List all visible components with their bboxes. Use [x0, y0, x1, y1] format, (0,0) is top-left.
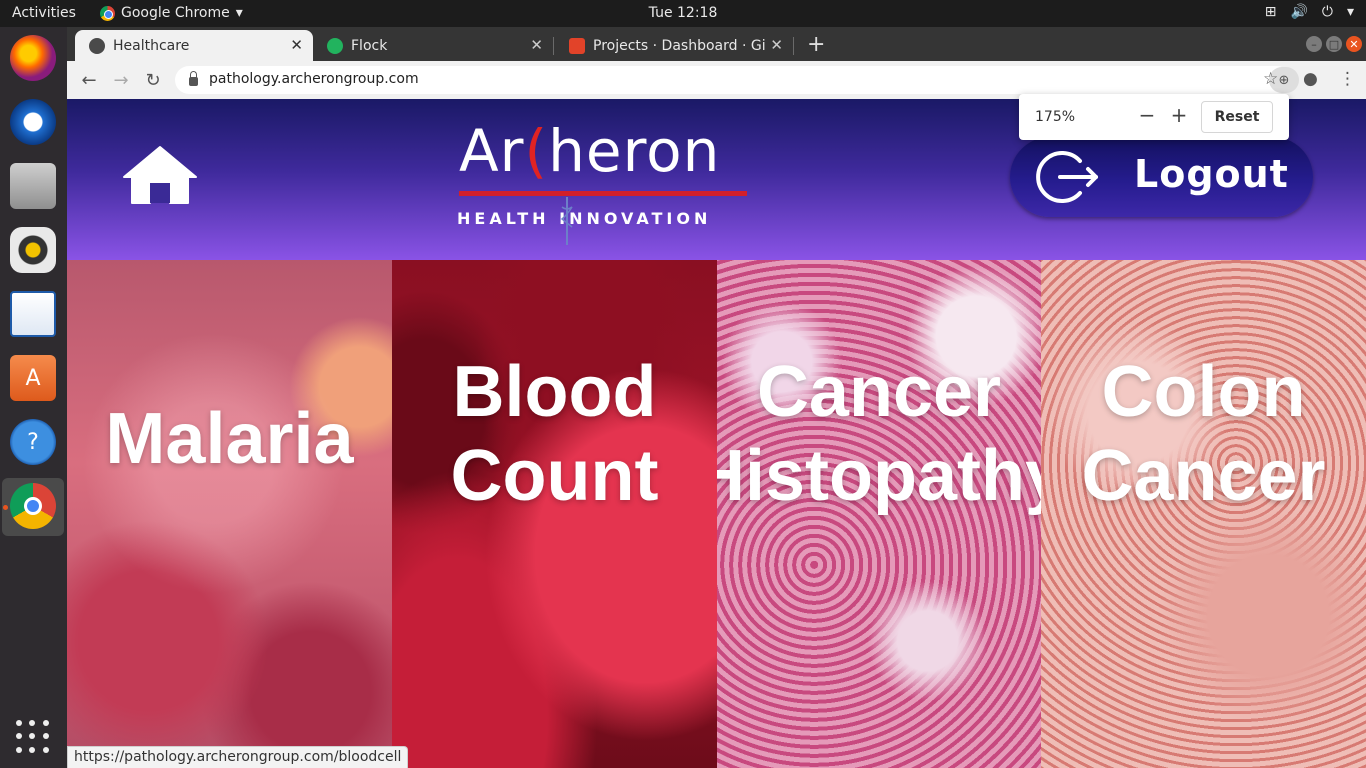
- zoom-bubble: 175% − + Reset: [1019, 94, 1289, 140]
- logout-button[interactable]: Logout: [1010, 137, 1313, 217]
- web-page: Ar(heron HEALTH INNOVATION Logout Malari…: [67, 99, 1366, 768]
- tab-separator: [793, 37, 794, 55]
- chevron-down-icon: ▾: [1346, 4, 1354, 20]
- panel-title-line-2: Count: [450, 436, 659, 516]
- rhythmbox-icon[interactable]: [10, 227, 56, 273]
- tab-separator: [553, 37, 554, 55]
- back-button[interactable]: ←: [76, 67, 102, 93]
- show-apps-icon[interactable]: [16, 720, 50, 754]
- minimize-button[interactable]: –: [1306, 36, 1322, 52]
- new-tab-button[interactable]: +: [807, 32, 825, 57]
- panel-title-line-1: Cancer: [756, 352, 1002, 432]
- zoom-out-button[interactable]: −: [1134, 103, 1160, 129]
- archeron-logo[interactable]: Ar(heron HEALTH INNOVATION: [457, 117, 757, 247]
- libreoffice-writer-icon[interactable]: [10, 291, 56, 337]
- profile-icon[interactable]: ●: [1303, 69, 1318, 89]
- zoom-level: 175%: [1035, 109, 1076, 125]
- software-center-icon[interactable]: A: [10, 355, 56, 401]
- globe-icon: [89, 37, 105, 54]
- panel-title: Malaria: [105, 399, 354, 479]
- url-text: pathology.archerongroup.com: [209, 71, 419, 87]
- network-icon: ⊞: [1264, 4, 1277, 20]
- panel-title-line-1: Colon: [1101, 352, 1306, 432]
- running-indicator: [3, 505, 8, 510]
- flock-icon: [327, 37, 343, 54]
- gnome-top-bar: Activities Google Chrome ▾ Tue 12:18 ⊞ 🔊…: [0, 0, 1366, 27]
- caduceus-icon: [561, 197, 573, 245]
- thunderbird-icon[interactable]: [10, 99, 56, 145]
- address-bar[interactable]: pathology.archerongroup.com ⊕: [175, 66, 1299, 94]
- close-window-button[interactable]: ✕: [1346, 36, 1362, 52]
- tab-label: Projects · Dashboard · Git: [593, 37, 772, 54]
- files-icon[interactable]: [10, 163, 56, 209]
- reload-button[interactable]: ↻: [140, 67, 166, 93]
- maximize-button[interactable]: □: [1326, 36, 1342, 52]
- zoom-in-button[interactable]: +: [1166, 103, 1192, 129]
- volume-icon: 🔊: [1290, 4, 1308, 20]
- home-icon[interactable]: [120, 143, 200, 207]
- ubuntu-dock: A ?: [0, 27, 67, 768]
- malaria-panel[interactable]: Malaria: [67, 260, 392, 768]
- blood-count-panel[interactable]: Blood Count: [392, 260, 717, 768]
- tab-healthcare[interactable]: Healthcare ✕: [75, 30, 313, 61]
- logout-icon: [1036, 151, 1098, 203]
- tab-label: Healthcare: [113, 37, 190, 54]
- bookmark-star-icon[interactable]: ☆: [1263, 69, 1278, 89]
- tab-label: Flock: [351, 37, 388, 54]
- tab-strip: Healthcare ✕ Flock ✕ Projects · Dashboar…: [67, 27, 1366, 61]
- system-tray[interactable]: ⊞ 🔊 ⏻ ▾: [1265, 4, 1354, 20]
- tab-gitlab[interactable]: Projects · Dashboard · Git ✕: [555, 30, 793, 61]
- cancer-histopathy-panel[interactable]: Cancer Histopathy: [717, 260, 1041, 768]
- panel-title-line-1: Blood: [452, 352, 657, 432]
- gitlab-icon: [569, 37, 585, 54]
- panel-title-line-2: Cancer: [1081, 436, 1326, 516]
- logo-wordmark: Ar(heron: [459, 117, 721, 185]
- lock-icon[interactable]: [189, 71, 198, 86]
- panel-title-line-2: Histopathy: [717, 436, 1041, 516]
- colon-cancer-panel[interactable]: Colon Cancer: [1041, 260, 1366, 768]
- chrome-icon[interactable]: [10, 483, 56, 529]
- power-icon: ⏻: [1321, 4, 1333, 20]
- forward-button[interactable]: →: [108, 67, 134, 93]
- close-icon[interactable]: ✕: [766, 36, 783, 54]
- logo-tagline: HEALTH INNOVATION: [457, 209, 712, 228]
- logout-label: Logout: [1134, 152, 1289, 196]
- close-icon[interactable]: ✕: [530, 36, 543, 54]
- firefox-icon[interactable]: [10, 35, 56, 81]
- link-status-bubble: https://pathology.archerongroup.com/bloo…: [67, 746, 409, 768]
- tab-flock[interactable]: Flock ✕: [313, 30, 553, 61]
- close-icon[interactable]: ✕: [290, 36, 303, 54]
- menu-kebab-icon[interactable]: ⋮: [1339, 69, 1356, 89]
- clock[interactable]: Tue 12:18: [0, 5, 1366, 21]
- zoom-reset-button[interactable]: Reset: [1201, 101, 1273, 133]
- logo-underline: [459, 191, 747, 196]
- help-icon[interactable]: ?: [10, 419, 56, 465]
